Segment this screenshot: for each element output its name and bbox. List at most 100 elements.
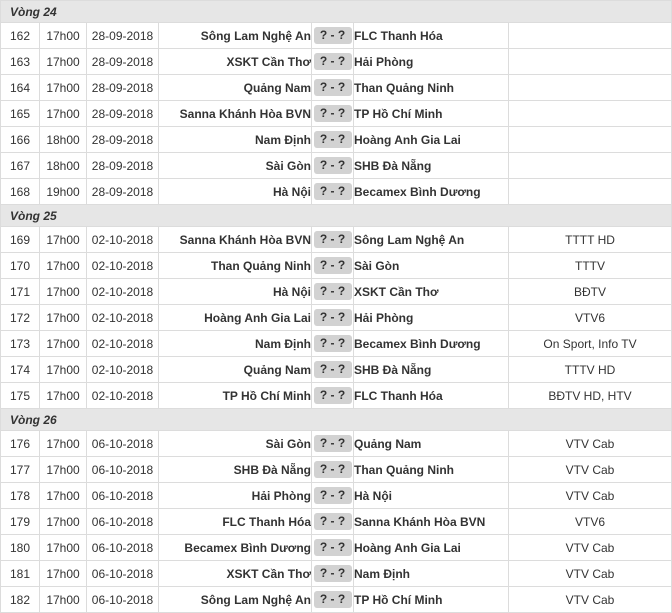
tv-channel: [507, 48, 672, 75]
match-date: 02-10-2018: [86, 382, 159, 409]
match-date: 28-09-2018: [86, 152, 159, 179]
match-date: 28-09-2018: [86, 74, 159, 101]
tv-channel: VTV Cab: [507, 534, 672, 561]
score-cell: ? - ?: [311, 100, 354, 127]
fixtures-table: Vòng 24 162 17h00 28-09-2018 Sông Lam Nghệ A…: [0, 0, 672, 613]
score-badge: ? - ?: [313, 513, 352, 530]
match-date: 02-10-2018: [86, 226, 159, 253]
tv-channel: TTTV: [507, 252, 672, 279]
table-row: 181 17h00 06-10-2018 XSKT Cần Thơ? - ? Nam Đ…: [0, 560, 672, 587]
score-badge: ? - ?: [313, 387, 352, 404]
score-cell: ? - ?: [311, 22, 354, 49]
table-row: 170 17h00 02-10-2018 Than Quảng Ninh? - ? Sà…: [0, 252, 672, 279]
away-team: Becamex Bình Dương: [353, 178, 509, 205]
round-header: Vòng 25: [0, 204, 672, 227]
score-badge: ? - ?: [313, 565, 352, 582]
score-badge: ? - ?: [313, 461, 352, 478]
tv-channel: [507, 74, 672, 101]
table-row: 176 17h00 06-10-2018 Sài Gòn? - ? Quảng Nam V…: [0, 430, 672, 457]
away-team: SHB Đà Nẵng: [353, 152, 509, 179]
away-team: Quảng Nam: [353, 430, 509, 457]
table-row: 177 17h00 06-10-2018 SHB Đà Nẵng? - ? Than Q…: [0, 456, 672, 483]
match-number: 180: [0, 534, 40, 561]
round-label: Vòng 26: [0, 408, 672, 431]
score-badge: ? - ?: [313, 53, 352, 70]
away-team: SHB Đà Nẵng: [353, 356, 509, 383]
home-team: Sanna Khánh Hòa BVN: [158, 226, 312, 253]
score-badge: ? - ?: [313, 79, 352, 96]
score-badge: ? - ?: [313, 105, 352, 122]
match-date: 06-10-2018: [86, 560, 159, 587]
score-badge: ? - ?: [313, 283, 352, 300]
home-team: Becamex Bình Dương: [158, 534, 312, 561]
kickoff-time: 17h00: [39, 482, 87, 509]
score-cell: ? - ?: [311, 226, 354, 253]
table-row: 178 17h00 06-10-2018 Hải Phòng? - ? Hà Nội VT…: [0, 482, 672, 509]
score-cell: ? - ?: [311, 126, 354, 153]
score-cell: ? - ?: [311, 586, 354, 613]
match-number: 171: [0, 278, 40, 305]
home-team: XSKT Cần Thơ: [158, 48, 312, 75]
round-label: Vòng 24: [0, 0, 672, 23]
kickoff-time: 17h00: [39, 430, 87, 457]
home-team: Sông Lam Nghệ An: [158, 22, 312, 49]
home-team: SHB Đà Nẵng: [158, 456, 312, 483]
score-cell: ? - ?: [311, 560, 354, 587]
score-cell: ? - ?: [311, 534, 354, 561]
kickoff-time: 17h00: [39, 456, 87, 483]
score-cell: ? - ?: [311, 356, 354, 383]
score-badge: ? - ?: [313, 157, 352, 174]
tv-channel: BĐTV: [507, 278, 672, 305]
table-row: 164 17h00 28-09-2018 Quảng Nam? - ? Than Quả…: [0, 74, 672, 101]
tv-channel: TTTT HD: [507, 226, 672, 253]
tv-channel: VTV Cab: [507, 456, 672, 483]
table-row: 174 17h00 02-10-2018 Quảng Nam? - ? SHB Đà N…: [0, 356, 672, 383]
away-team: TP Hồ Chí Minh: [353, 100, 509, 127]
score-badge: ? - ?: [313, 591, 352, 608]
score-badge: ? - ?: [313, 361, 352, 378]
match-date: 06-10-2018: [86, 534, 159, 561]
match-number: 179: [0, 508, 40, 535]
away-team: FLC Thanh Hóa: [353, 22, 509, 49]
away-team: Hải Phòng: [353, 48, 509, 75]
home-team: Than Quảng Ninh: [158, 252, 312, 279]
kickoff-time: 17h00: [39, 278, 87, 305]
away-team: Sông Lam Nghệ An: [353, 226, 509, 253]
tv-channel: VTV Cab: [507, 430, 672, 457]
score-cell: ? - ?: [311, 278, 354, 305]
home-team: Sông Lam Nghệ An: [158, 586, 312, 613]
match-number: 165: [0, 100, 40, 127]
match-date: 02-10-2018: [86, 304, 159, 331]
home-team: Hà Nội: [158, 278, 312, 305]
match-number: 176: [0, 430, 40, 457]
score-badge: ? - ?: [313, 435, 352, 452]
away-team: Becamex Bình Dương: [353, 330, 509, 357]
table-row: 169 17h00 02-10-2018 Sanna Khánh Hòa BVN? -…: [0, 226, 672, 253]
kickoff-time: 17h00: [39, 560, 87, 587]
home-team: Hà Nội: [158, 178, 312, 205]
home-team: Hải Phòng: [158, 482, 312, 509]
kickoff-time: 18h00: [39, 152, 87, 179]
home-team: Nam Định: [158, 126, 312, 153]
table-row: 175 17h00 02-10-2018 TP Hồ Chí Minh? - ? FLC…: [0, 382, 672, 409]
table-row: 171 17h00 02-10-2018 Hà Nội? - ? XSKT Cần Th…: [0, 278, 672, 305]
score-badge: ? - ?: [313, 487, 352, 504]
match-number: 177: [0, 456, 40, 483]
kickoff-time: 17h00: [39, 534, 87, 561]
tv-channel: On Sport, Info TV: [507, 330, 672, 357]
match-number: 167: [0, 152, 40, 179]
match-date: 06-10-2018: [86, 586, 159, 613]
match-number: 170: [0, 252, 40, 279]
tv-channel: [507, 152, 672, 179]
kickoff-time: 17h00: [39, 22, 87, 49]
round-header: Vòng 26: [0, 408, 672, 431]
score-badge: ? - ?: [313, 27, 352, 44]
away-team: Than Quảng Ninh: [353, 456, 509, 483]
table-row: 162 17h00 28-09-2018 Sông Lam Nghệ An? - ? F…: [0, 22, 672, 49]
match-date: 06-10-2018: [86, 482, 159, 509]
score-badge: ? - ?: [313, 131, 352, 148]
away-team: FLC Thanh Hóa: [353, 382, 509, 409]
table-row: 163 17h00 28-09-2018 XSKT Cần Thơ? - ? Hải P…: [0, 48, 672, 75]
home-team: Hoàng Anh Gia Lai: [158, 304, 312, 331]
score-cell: ? - ?: [311, 304, 354, 331]
